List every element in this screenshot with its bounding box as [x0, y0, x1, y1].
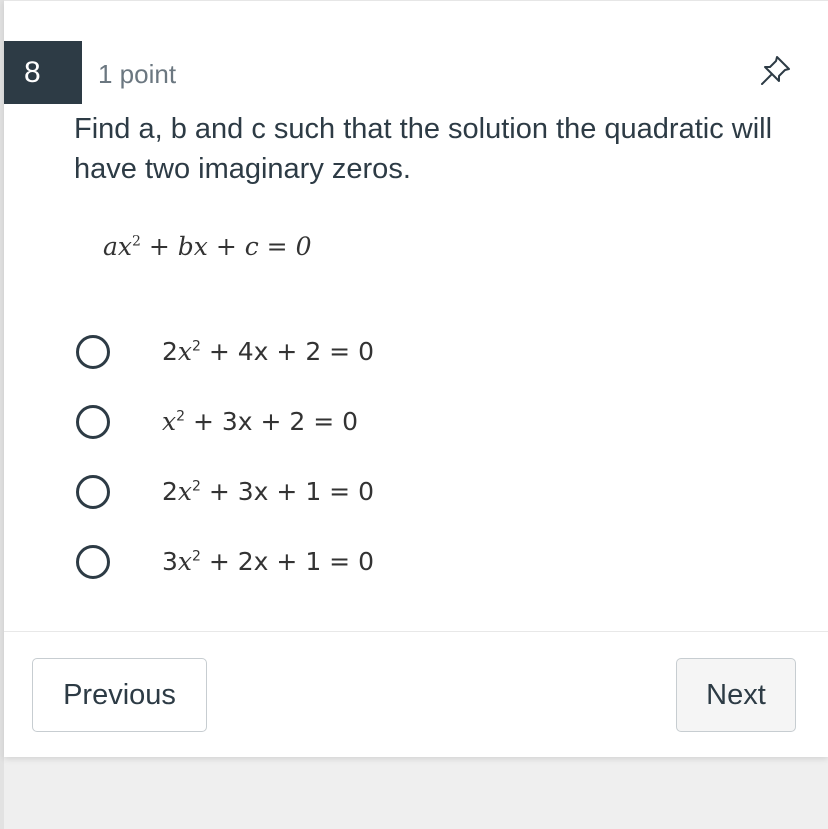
- expression-rest: + 2x + 1 = 0: [200, 547, 374, 576]
- question-number-badge: 8: [4, 41, 82, 104]
- answer-label: 2x2 + 4x + 2 = 0: [162, 337, 374, 366]
- radio-button[interactable]: [76, 545, 110, 579]
- radio-button[interactable]: [76, 405, 110, 439]
- expression-rest: + 4x + 2 = 0: [200, 337, 374, 366]
- coef: 2: [162, 477, 178, 506]
- formula-rest: + bx + c = 0: [140, 232, 312, 261]
- answer-label: 2x2 + 3x + 1 = 0: [162, 477, 374, 506]
- quadratic-formula: ax2 + bx + c = 0: [103, 232, 311, 261]
- footer-divider: [4, 631, 828, 632]
- exponent: 2: [192, 478, 201, 495]
- formula-exponent: 2: [132, 233, 141, 250]
- coef: 3: [162, 547, 178, 576]
- expression-rest: + 3x + 2 = 0: [185, 407, 359, 436]
- answer-label: x2 + 3x + 2 = 0: [162, 407, 358, 436]
- coef: 2: [162, 337, 178, 366]
- next-button[interactable]: Next: [676, 658, 796, 732]
- radio-button[interactable]: [76, 475, 110, 509]
- answer-option-1[interactable]: 2x2 + 4x + 2 = 0: [74, 333, 474, 377]
- expression-rest: + 3x + 1 = 0: [200, 477, 374, 506]
- variable: x: [177, 337, 193, 366]
- answer-option-3[interactable]: 2x2 + 3x + 1 = 0: [74, 473, 474, 517]
- previous-button[interactable]: Previous: [32, 658, 207, 732]
- exponent: 2: [192, 548, 201, 565]
- pin-icon[interactable]: [757, 53, 793, 89]
- question-text: Find a, b and c such that the solution t…: [74, 113, 773, 185]
- top-divider: [4, 0, 828, 1]
- answer-option-2[interactable]: x2 + 3x + 2 = 0: [74, 403, 474, 447]
- variable: x: [162, 407, 177, 436]
- radio-button[interactable]: [76, 335, 110, 369]
- variable: x: [177, 477, 193, 506]
- variable: x: [177, 547, 193, 576]
- answer-option-4[interactable]: 3x2 + 2x + 1 = 0: [74, 543, 474, 587]
- question-points: 1 point: [98, 59, 177, 89]
- formula-term: ax: [103, 232, 133, 261]
- answer-label: 3x2 + 2x + 1 = 0: [162, 547, 374, 576]
- exponent: 2: [176, 408, 186, 425]
- exponent: 2: [192, 338, 201, 355]
